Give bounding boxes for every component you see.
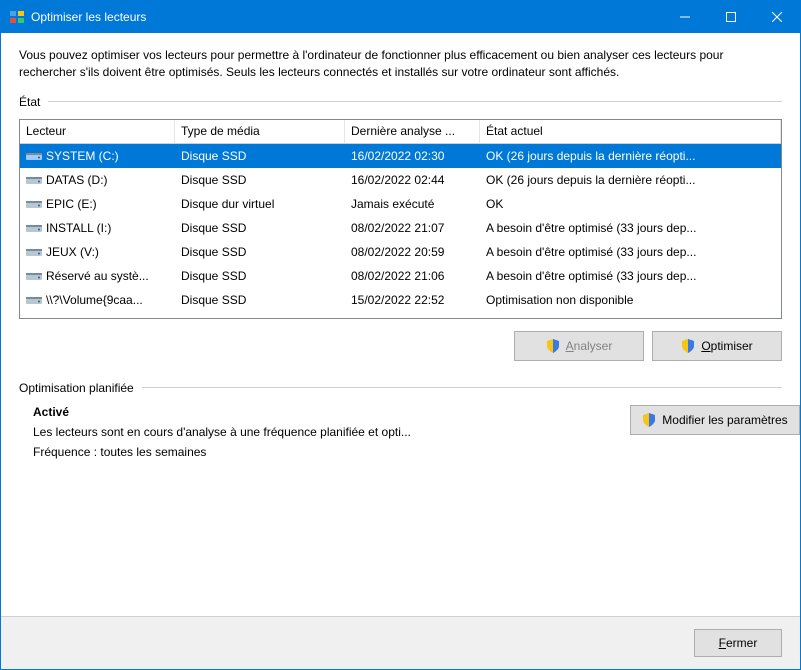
schedule-desc-line2: Fréquence : toutes les semaines [33,445,630,459]
drive-icon [26,198,42,210]
drive-listview[interactable]: Lecteur Type de média Dernière analyse .… [19,119,782,319]
drive-last-cell: 16/02/2022 02:30 [345,146,480,166]
intro-text: Vous pouvez optimiser vos lecteurs pour … [19,47,782,81]
drive-row[interactable]: \\?\Volume{9caa... Disque SSD15/02/2022 2… [20,288,781,312]
drive-icon [26,150,42,162]
drive-name: SYSTEM (C:) [46,149,119,163]
drive-status-cell: OK (26 jours depuis la dernière réopti..… [480,170,781,190]
separator [48,101,782,102]
drive-media-cell: Disque SSD [175,266,345,286]
drive-name: Réservé au systè... [46,269,149,283]
drive-icon [26,270,42,282]
drive-media-cell: Disque SSD [175,290,345,310]
footer: Fermer [1,616,800,669]
drive-last-cell: 08/02/2022 20:59 [345,242,480,262]
drive-row[interactable]: JEUX (V:) Disque SSD08/02/2022 20:59A bes… [20,240,781,264]
drive-status-cell: A besoin d'être optimisé (33 jours dep..… [480,242,781,262]
drive-icon [26,246,42,258]
drive-row[interactable]: Réservé au systè... Disque SSD08/02/2022 … [20,264,781,288]
drive-name: INSTALL (I:) [46,221,111,235]
listview-header: Lecteur Type de média Dernière analyse .… [20,120,781,144]
column-header-last[interactable]: Dernière analyse ... [345,120,480,143]
column-header-media[interactable]: Type de média [175,120,345,143]
drive-media-cell: Disque SSD [175,242,345,262]
drive-status-cell: A besoin d'être optimisé (33 jours dep..… [480,266,781,286]
drive-name: \\?\Volume{9caa... [46,293,143,307]
drive-status-cell: OK [480,194,781,214]
drive-media-cell: Disque SSD [175,146,345,166]
analyze-button[interactable]: Analyser [514,331,644,361]
drive-icon [26,174,42,186]
drive-name: DATAS (D:) [46,173,108,187]
shield-icon [642,413,656,427]
drive-name: EPIC (E:) [46,197,97,211]
drive-icon [26,294,42,306]
maximize-button[interactable] [708,1,754,33]
drive-name-cell: Réservé au systè... [20,266,175,286]
drive-last-cell: Jamais exécuté [345,194,480,214]
drive-last-cell: 08/02/2022 21:06 [345,266,480,286]
drive-status-cell: A besoin d'être optimisé (33 jours dep..… [480,218,781,238]
drive-name-cell: SYSTEM (C:) [20,146,175,166]
drive-row[interactable]: SYSTEM (C:) Disque SSD16/02/2022 02:30OK … [20,144,781,168]
column-header-drive[interactable]: Lecteur [20,120,175,143]
drive-media-cell: Disque SSD [175,218,345,238]
close-button[interactable] [754,1,800,33]
shield-icon [681,339,695,353]
drive-name-cell: DATAS (D:) [20,170,175,190]
column-header-status[interactable]: État actuel [480,120,781,143]
separator [142,387,782,388]
schedule-section-label: Optimisation planifiée [19,381,134,395]
drive-status-cell: OK (26 jours depuis la dernière réopti..… [480,146,781,166]
shield-icon [546,339,560,353]
drive-name-cell: INSTALL (I:) [20,218,175,238]
drive-name-cell: \\?\Volume{9caa... [20,290,175,310]
schedule-desc-line1: Les lecteurs sont en cours d'analyse à u… [33,425,630,439]
drive-status-cell: Optimisation non disponible [480,290,781,310]
status-section-label: État [19,95,40,109]
drive-last-cell: 15/02/2022 22:52 [345,290,480,310]
close-dialog-button[interactable]: Fermer [694,629,782,657]
drive-media-cell: Disque SSD [175,170,345,190]
defrag-app-icon [9,9,25,25]
drive-row[interactable]: EPIC (E:) Disque dur virtuelJamais exécut… [20,192,781,216]
drive-name-cell: JEUX (V:) [20,242,175,262]
schedule-enabled-label: Activé [33,405,630,419]
drive-last-cell: 08/02/2022 21:07 [345,218,480,238]
drive-name: JEUX (V:) [46,245,99,259]
drive-row[interactable]: DATAS (D:) Disque SSD16/02/2022 02:44OK (… [20,168,781,192]
minimize-button[interactable] [662,1,708,33]
drive-media-cell: Disque dur virtuel [175,194,345,214]
change-settings-button[interactable]: Modifier les paramètres [630,405,800,435]
drive-icon [26,222,42,234]
drive-name-cell: EPIC (E:) [20,194,175,214]
window-title: Optimiser les lecteurs [31,10,662,24]
optimize-button[interactable]: Optimiser [652,331,782,361]
titlebar: Optimiser les lecteurs [1,1,800,33]
drive-row[interactable]: INSTALL (I:) Disque SSD08/02/2022 21:07A … [20,216,781,240]
drive-last-cell: 16/02/2022 02:44 [345,170,480,190]
